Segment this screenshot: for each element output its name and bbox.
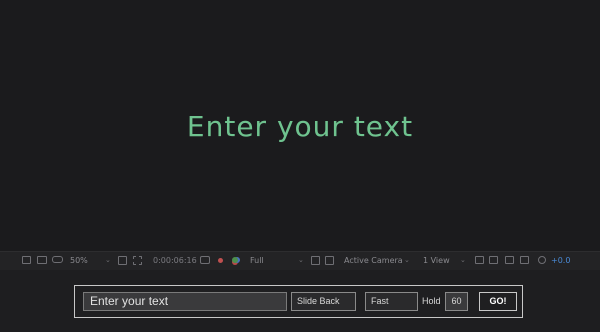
view-chevron-icon[interactable]: ⌄ [460,256,466,264]
timecode[interactable]: 0:00:06:16 [153,256,197,265]
composition-viewer: Enter your text [0,0,600,251]
flowchart-icon[interactable] [520,256,529,266]
camera-icon[interactable] [200,256,210,266]
grid-icon[interactable] [118,256,127,267]
mask-icon[interactable] [52,256,63,265]
text-input[interactable]: Enter your text [83,292,287,311]
composition-toolbar: 50% ⌄ 0:00:06:16 Full ⌄ Active Camera ⌄ … [0,251,600,270]
control-box: Enter your text Slide Back Fast Hold 60 … [74,285,523,318]
exposure-value[interactable]: +0.0 [551,256,570,265]
3d-view-icon[interactable] [325,256,334,267]
zoom-select[interactable]: 50% [70,256,88,265]
render-icon[interactable] [489,256,498,266]
color-channel-icon[interactable] [218,256,223,265]
camera-chevron-icon[interactable]: ⌄ [404,256,410,264]
camera-select[interactable]: Active Camera [344,256,403,265]
region-icon[interactable] [133,256,142,267]
resolution-select[interactable]: Full [250,256,264,265]
hold-input[interactable]: 60 [445,292,468,311]
view-layout-select[interactable]: 1 View [423,256,450,265]
pixel-aspect-icon[interactable] [475,256,484,266]
go-button[interactable]: GO! [479,292,517,311]
resolution-chevron-icon[interactable]: ⌄ [298,256,304,264]
draft-3d-icon[interactable] [505,256,514,266]
hold-label: Hold [422,296,441,306]
transparency-icon[interactable] [311,256,320,267]
color-wheel-icon[interactable] [232,256,238,265]
exposure-icon[interactable] [538,256,546,266]
direction-select[interactable]: Slide Back [291,292,356,311]
zoom-chevron-icon[interactable]: ⌄ [105,256,111,264]
monitor-icon[interactable] [37,256,47,266]
speed-select[interactable]: Fast [365,292,418,311]
snapshot-icon[interactable] [22,256,31,266]
preview-text: Enter your text [186,110,414,143]
text-animator-panel: Enter your text Slide Back Fast Hold 60 … [0,270,600,332]
